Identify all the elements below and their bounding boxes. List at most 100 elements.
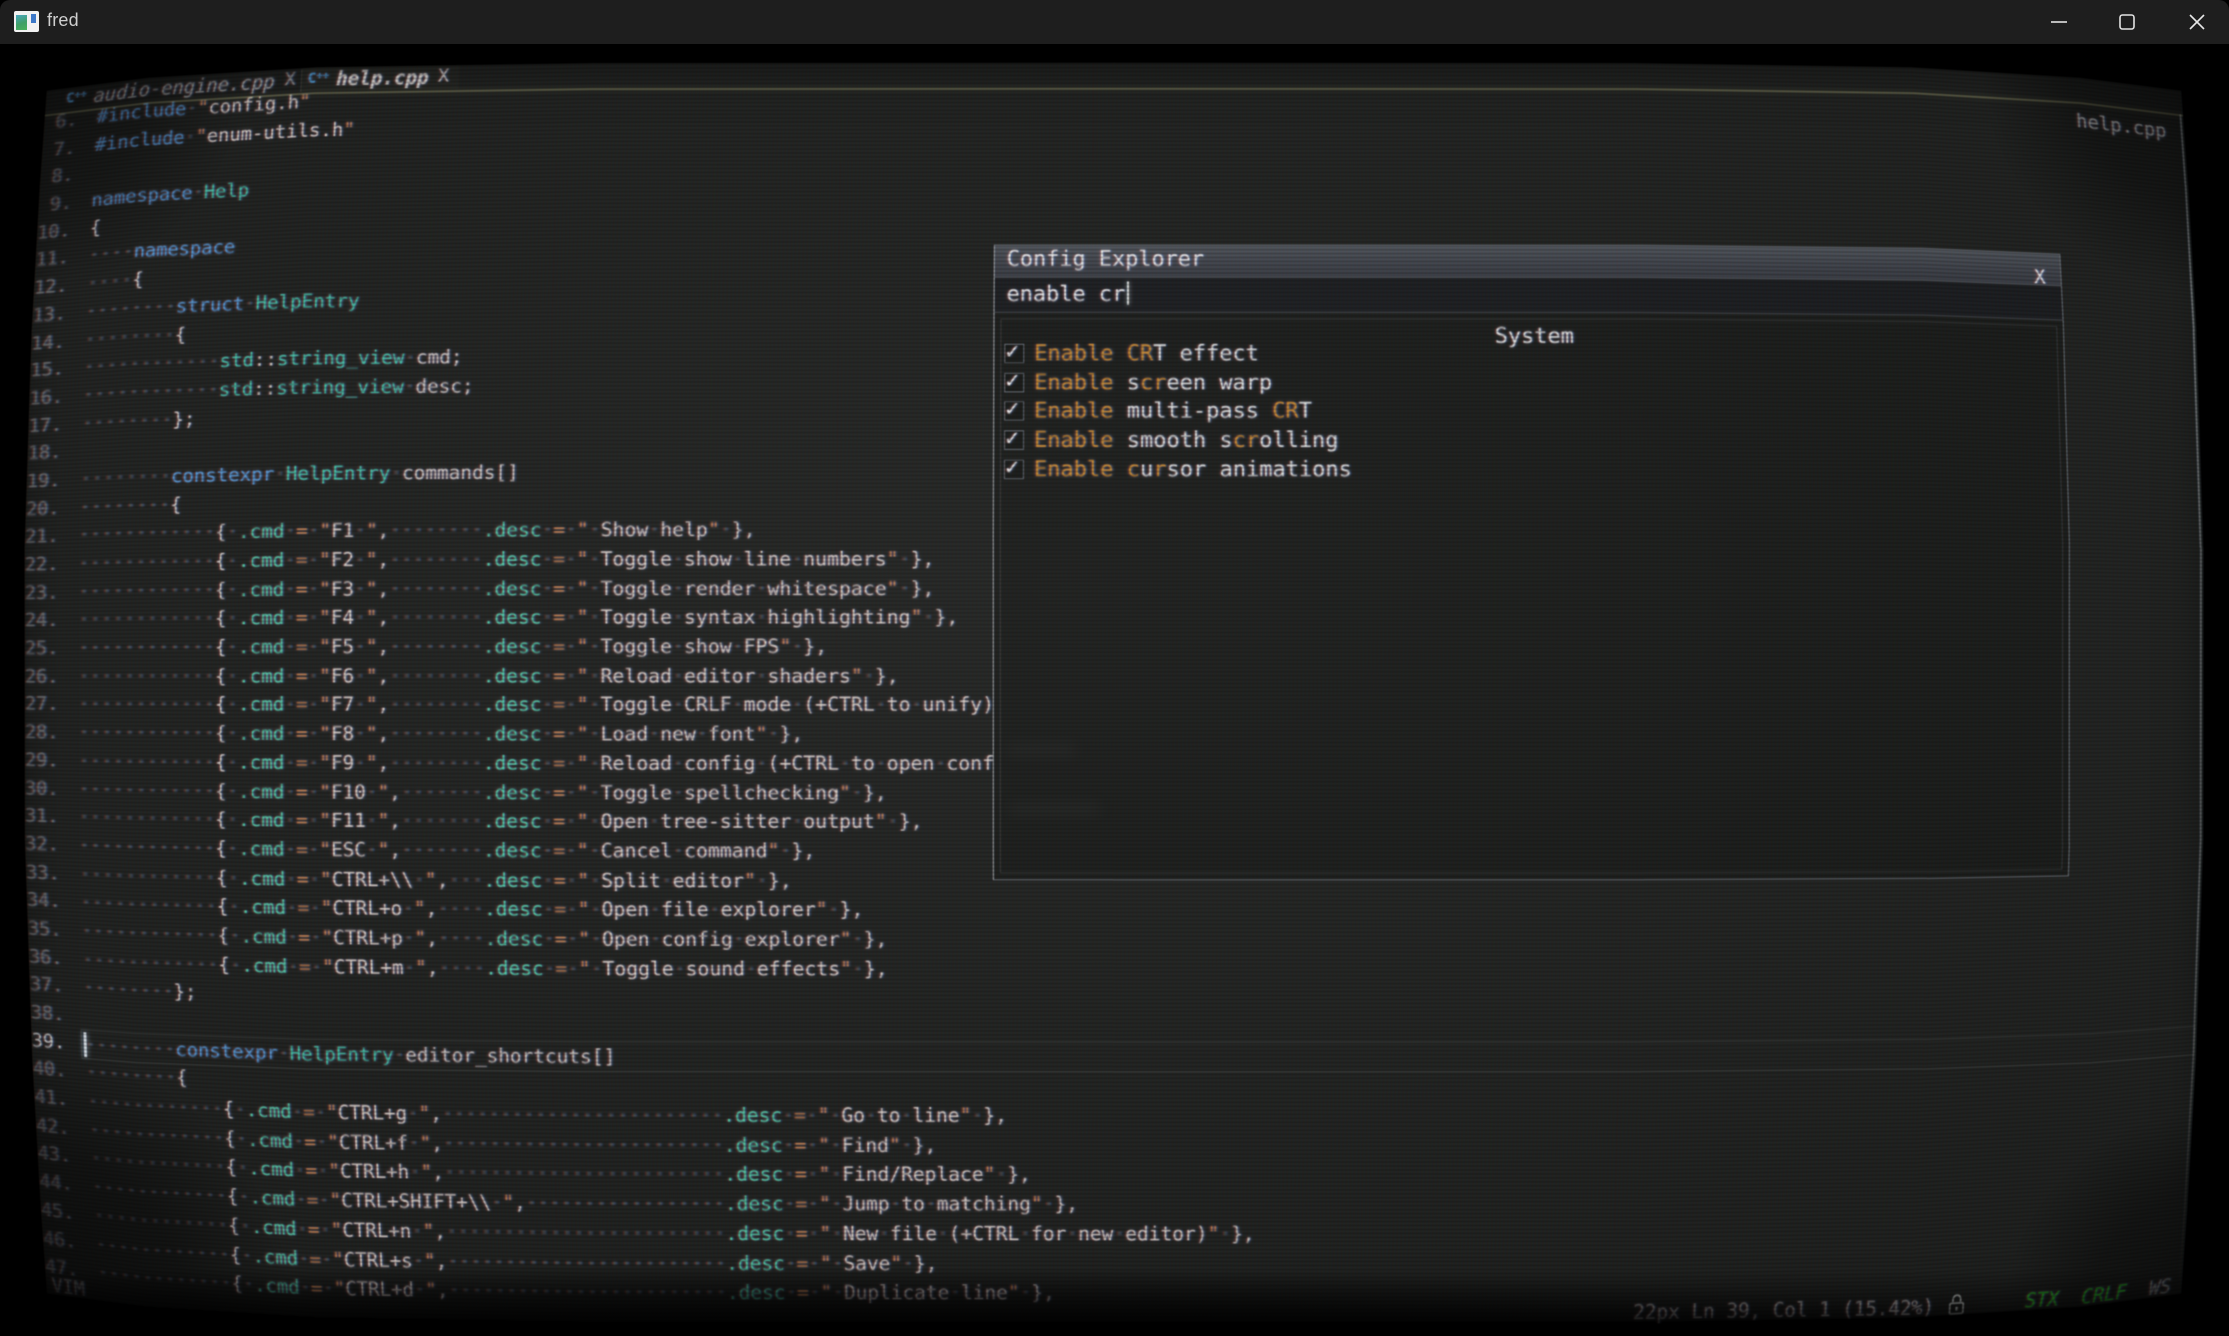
gutter-gap: [19, 1174, 40, 1176]
gutter-gap: [12, 1047, 33, 1049]
line-number: 43.: [4, 1150, 39, 1183]
gutter-gap: [62, 936, 82, 937]
line-number: 17.: [0, 366, 29, 400]
line-number: 18.: [27, 438, 61, 467]
tab-label: audio-engine.cpp: [48, 44, 243, 68]
line-number: 7.: [0, 46, 12, 83]
line-number: 35.: [0, 936, 32, 968]
code-token: {: [89, 216, 101, 239]
gutter-gap: [72, 206, 92, 208]
line-number: 35.: [27, 914, 61, 944]
line-number: 42.: [0, 1182, 3, 1219]
line-number: 10.: [0, 144, 17, 180]
line-number: 11.: [4, 217, 39, 250]
line-number: 46.: [1, 1237, 36, 1271]
tab-close-icon[interactable]: X: [456, 44, 469, 61]
line-number: 39.: [0, 1057, 25, 1091]
line-number: 27.: [25, 691, 59, 719]
line-number: 33.: [25, 858, 60, 888]
line-number: 13.: [0, 240, 22, 275]
gutter-gap: [65, 318, 85, 320]
gutter-gap: [73, 179, 93, 181]
tab-audio-engine[interactable]: C++ audio-engine.cpp X: [13, 44, 272, 74]
gutter-gap: [13, 99, 34, 102]
gutter-gap: [58, 541, 78, 542]
line-number: 12.: [0, 208, 21, 243]
line-number: 10.: [3, 188, 38, 221]
line-number: 40.: [0, 1117, 7, 1153]
gutter-gap: [58, 823, 78, 824]
line-number: 10.: [36, 216, 71, 247]
code-line-6[interactable]: 6.#include·"config.h": [0, 44, 2229, 51]
gutter-gap: [10, 1079, 31, 1081]
line-number: 41.: [0, 1118, 22, 1152]
line-number: 38.: [30, 998, 64, 1028]
line-number: 39.: [0, 1085, 10, 1121]
line-number: 9.: [0, 111, 15, 148]
line-number: 34.: [26, 886, 61, 916]
gutter-gap: [16, 1237, 37, 1240]
line-number: 37.: [0, 996, 29, 1029]
maximize-glyph: [2120, 15, 2134, 29]
mode-indicator: VIM: [6, 1289, 41, 1317]
maximize-button[interactable]: [2097, 0, 2157, 44]
line-number: 6.: [0, 67, 34, 102]
line-number: 16.: [0, 335, 27, 369]
cpp-file-icon: C++: [19, 47, 41, 72]
gutter-gap: [8, 1111, 29, 1113]
line-number: 47.: [0, 1267, 35, 1301]
line-number: 15.: [30, 355, 64, 385]
line-number: 26.: [25, 662, 59, 690]
code-token: enum-utils.h: [152, 44, 308, 55]
gutter-gap: [62, 429, 82, 430]
line-number: 40.: [0, 1087, 24, 1121]
tab-close-icon[interactable]: X: [444, 44, 457, 55]
cpp-plusplus: ++: [28, 47, 41, 62]
line-number: 44.: [0, 1211, 17, 1246]
close-button[interactable]: [2167, 0, 2227, 44]
line-number: 13.: [32, 300, 67, 330]
code-token: ············: [12, 1325, 163, 1336]
tab-close-icon[interactable]: X: [452, 44, 465, 63]
gutter-gap: [60, 485, 80, 486]
line-number: 15.: [0, 303, 26, 337]
gutter-gap: [6, 1144, 27, 1146]
warped-editor-screen: 6.#include·"config.h"7.#include·"enum-ut…: [0, 44, 2229, 1336]
gutter-gap: [0, 1275, 17, 1278]
code-token: ·: [128, 44, 142, 59]
line-number: 7.: [41, 134, 76, 165]
line-number: 18.: [0, 398, 31, 431]
line-number: 19.: [26, 466, 60, 495]
line-number: 38.: [0, 1026, 27, 1059]
gutter-gap: [10, 1331, 31, 1334]
line-number: 43.: [0, 1180, 19, 1215]
gutter-gap: [17, 1205, 38, 1207]
gutter-gap: [0, 1242, 20, 1245]
code-token: ····: [88, 241, 134, 267]
gutter-gap: [14, 1268, 35, 1271]
line-number: 25.: [25, 634, 59, 662]
gutter-gap: [64, 346, 84, 347]
window-titlebar[interactable]: fred: [0, 0, 2229, 44]
line-number: 31.: [0, 834, 27, 866]
tab-close-icon[interactable]: X: [457, 44, 470, 60]
line-number: 38.: [0, 1053, 12, 1088]
app-icon-left: [16, 15, 27, 30]
line-number: 46.: [0, 1273, 13, 1309]
line-number: 16.: [29, 383, 63, 413]
code-token: ": [282, 1329, 297, 1336]
app-icon-stripe: [31, 14, 36, 23]
line-number: 44.: [3, 1179, 38, 1212]
line-number: 36.: [28, 942, 62, 972]
text-cursor: [27, 1093, 32, 1122]
gutter-gap: [59, 851, 79, 852]
line-number: 30.: [25, 774, 59, 803]
minimize-icon: [2049, 12, 2069, 32]
gutter-gap: [3, 1176, 24, 1178]
gutter-gap: [18, 196, 39, 198]
minimize-button[interactable]: [2029, 0, 2089, 44]
line-number: 34.: [0, 927, 21, 961]
cpp-plusplus: ++: [74, 87, 87, 101]
gutter-gap: [11, 67, 32, 70]
line-number: 37.: [29, 970, 63, 1000]
